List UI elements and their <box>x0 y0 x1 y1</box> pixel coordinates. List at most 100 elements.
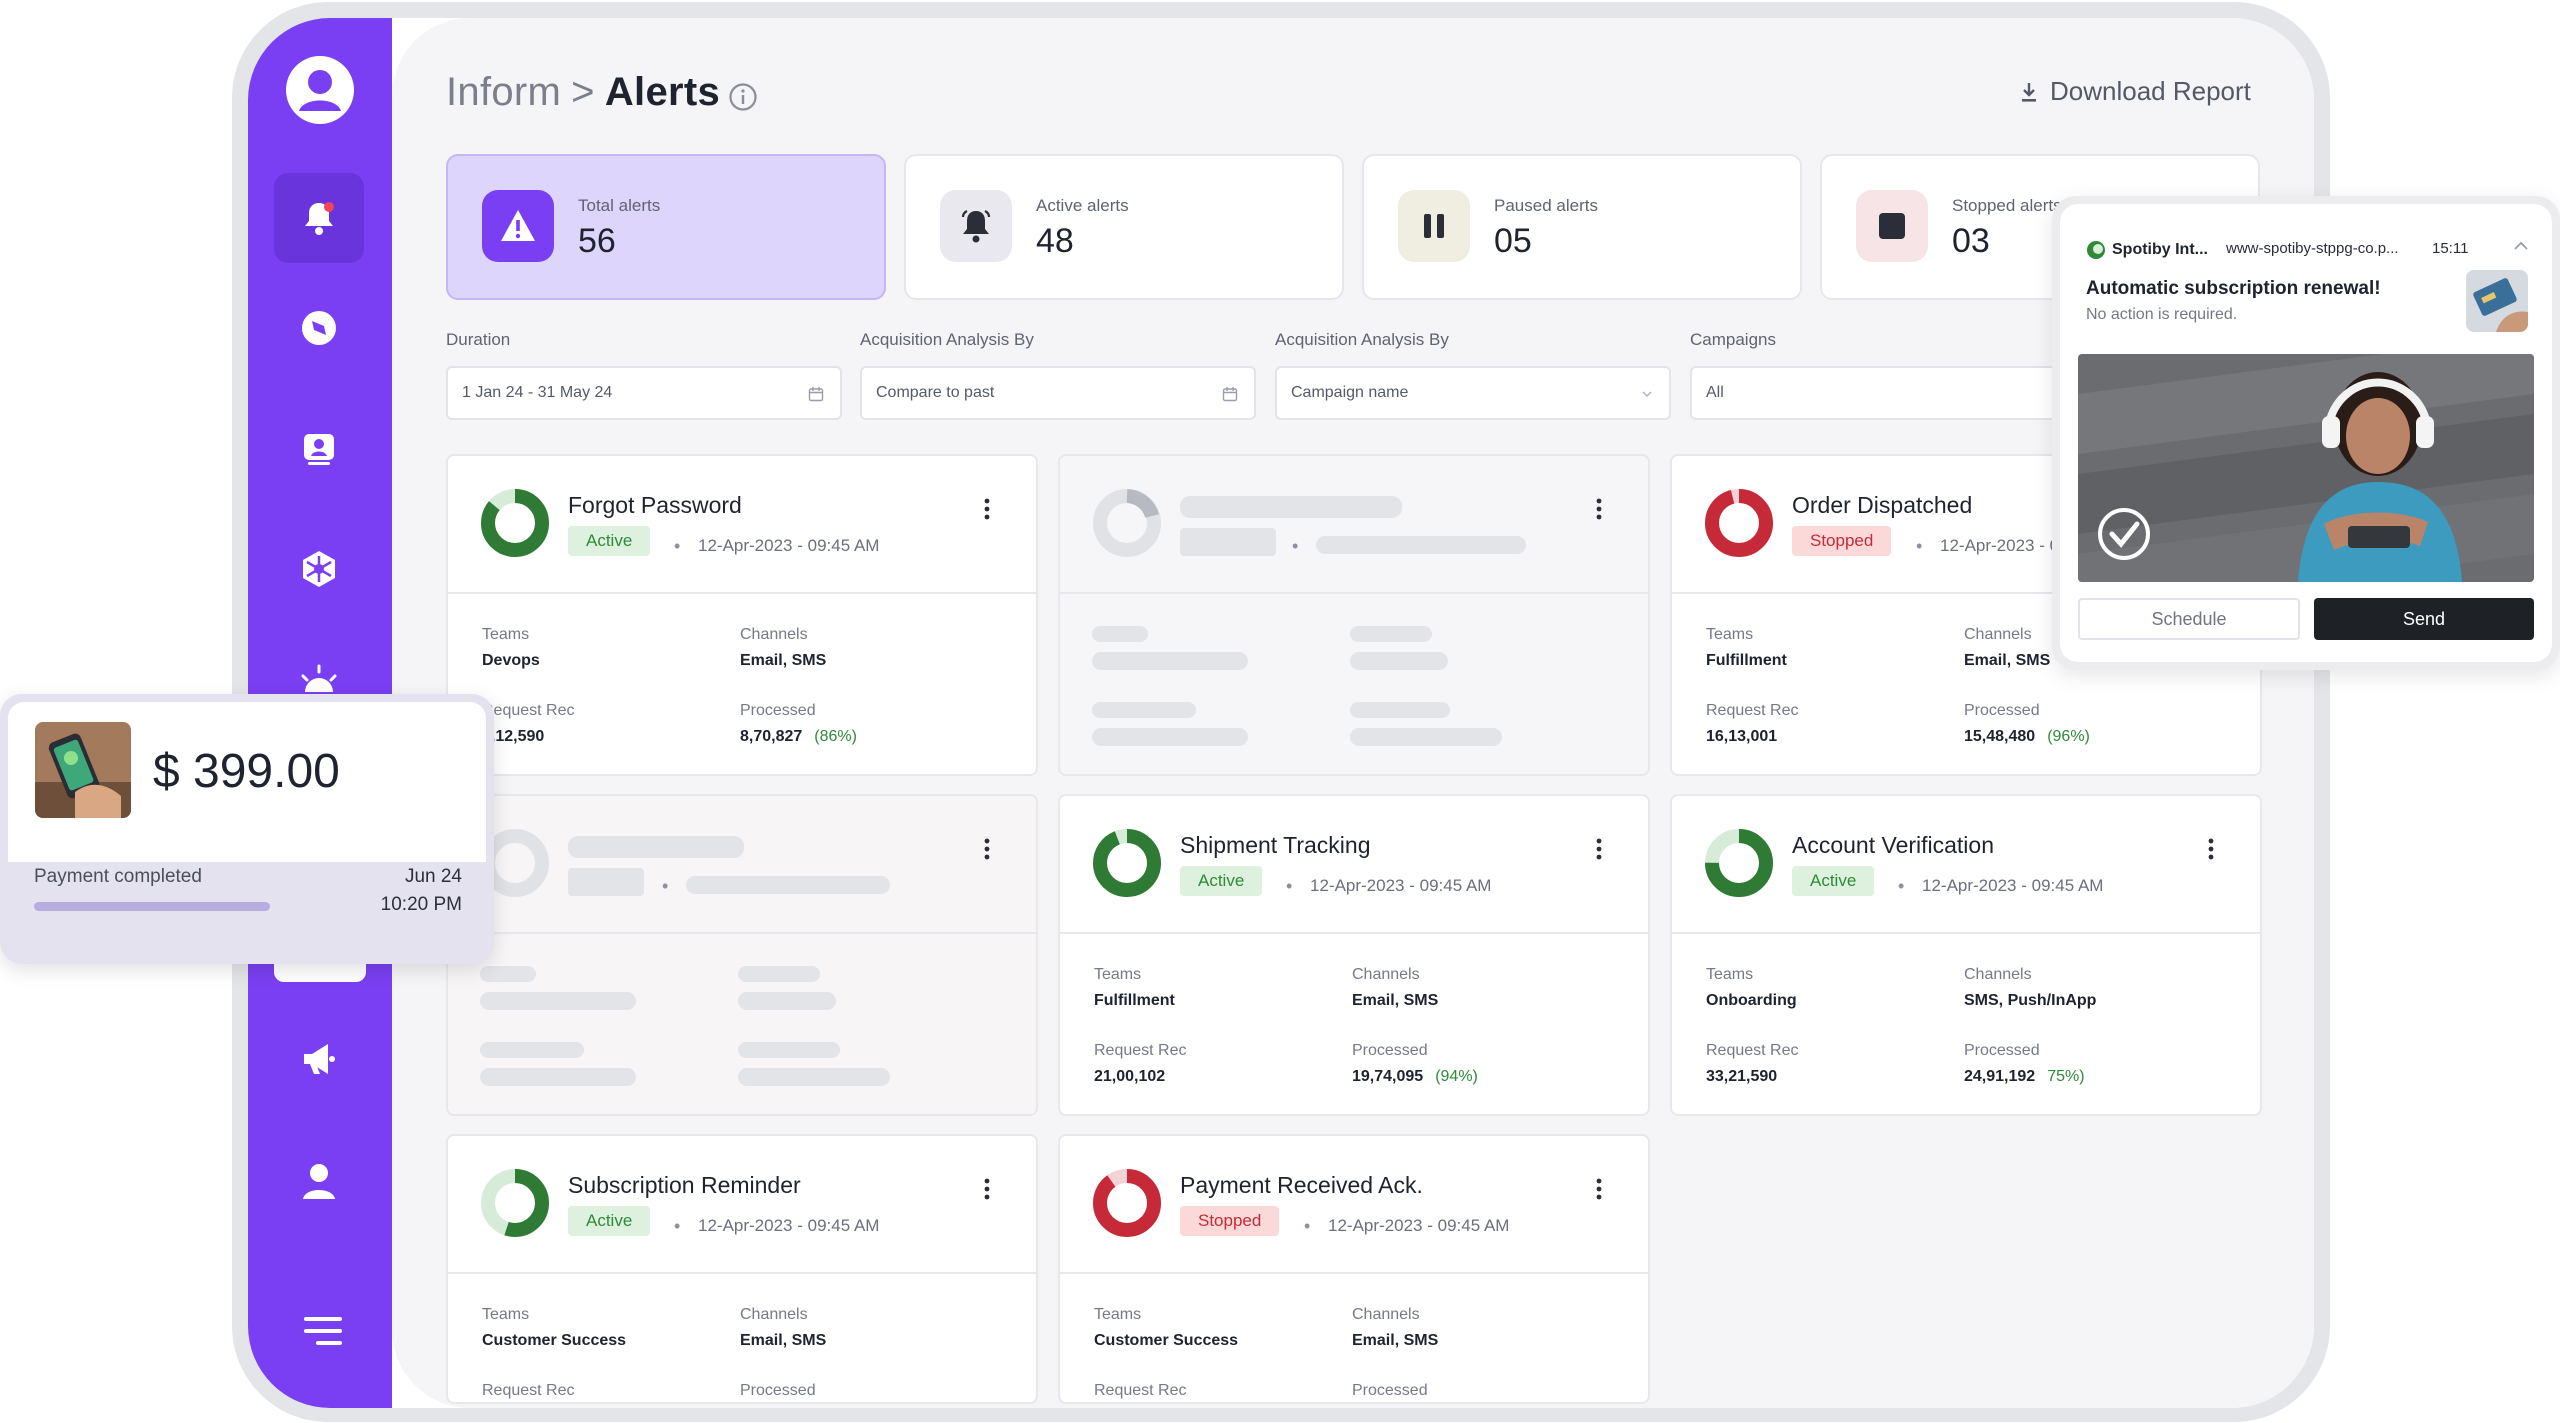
send-button[interactable]: Send <box>2314 598 2534 640</box>
alert-card-loading: • <box>446 794 1038 1116</box>
teams-value: Fulfillment <box>1094 992 1175 1009</box>
teams-label: Teams <box>1706 626 1754 643</box>
nav-user-icon[interactable] <box>274 1136 364 1226</box>
separator-dot: • <box>1898 876 1905 896</box>
pause-icon <box>1398 190 1470 262</box>
card-header: Forgot Password Active • 12-Apr-2023 - 0… <box>448 456 1036 594</box>
kebab-menu-icon[interactable] <box>984 498 990 520</box>
nav-sun-icon[interactable] <box>274 650 364 694</box>
profile-avatar-icon[interactable] <box>275 45 365 135</box>
filter-label-campaign-analysis: Acquisition Analysis By <box>1275 330 1449 349</box>
alert-card-forgot-password[interactable]: Forgot Password Active • 12-Apr-2023 - 0… <box>446 454 1038 776</box>
stat-value: 56 <box>578 222 616 260</box>
stat-label: Stopped alerts <box>1952 196 2062 215</box>
download-icon <box>2022 82 2036 102</box>
compare-to-past-picker[interactable]: Compare to past <box>860 366 1256 420</box>
bell-icon <box>940 190 1012 262</box>
request-rec-label: Request Rec <box>482 1382 575 1399</box>
campaign-name-select[interactable]: Campaign name <box>1275 366 1671 420</box>
channels-label: Channels <box>1352 1306 1420 1323</box>
donut-progress <box>1093 1169 1161 1237</box>
notification-app: Spotiby Int... <box>2086 240 2208 260</box>
info-icon[interactable] <box>728 82 758 112</box>
processed-percent: (96%) <box>2047 728 2090 745</box>
card-header: Subscription Reminder Active • 12-Apr-20… <box>448 1136 1036 1274</box>
credit-card-thumbnail <box>2466 270 2528 332</box>
stat-value: 48 <box>1036 222 1074 260</box>
breadcrumb-current: Alerts <box>604 70 721 114</box>
stat-card-paused[interactable]: Paused alerts 05 <box>1362 154 1802 300</box>
processed-label: Processed <box>740 702 816 719</box>
filter-label-duration: Duration <box>446 330 511 349</box>
card-title: Shipment Tracking <box>1180 832 1371 858</box>
kebab-menu-icon[interactable] <box>984 838 990 860</box>
separator-dot: • <box>674 1216 681 1236</box>
skeleton-line <box>480 992 636 1010</box>
nav-contacts-icon[interactable] <box>274 404 364 494</box>
channels-value: Email, SMS <box>740 1332 827 1349</box>
duration-date-picker[interactable]: 1 Jan 24 - 31 May 24 <box>446 366 842 420</box>
kebab-menu-icon[interactable] <box>984 1178 990 1200</box>
card-date: 12-Apr-2023 - 09:45 AM <box>1328 1216 1510 1235</box>
card-title: Order Dispatched <box>1792 492 1973 518</box>
processed-label: Processed <box>1964 702 2040 719</box>
nav-item-hidden[interactable] <box>274 962 366 982</box>
separator-dot: • <box>1304 1216 1311 1236</box>
notification-title: Automatic subscription renewal! <box>2086 278 2381 299</box>
status-badge: Stopped <box>1180 1206 1280 1236</box>
nav-alerts-bell-icon[interactable] <box>274 173 364 263</box>
separator-dot: • <box>662 876 669 896</box>
teams-label: Teams <box>1706 966 1754 983</box>
status-badge: Stopped <box>1792 526 1892 556</box>
status-badge: Active <box>1180 866 1263 896</box>
nav-megaphone-icon[interactable] <box>274 1014 364 1104</box>
skeleton-line <box>1092 702 1196 718</box>
donut-progress <box>1093 829 1161 897</box>
separator-dot: • <box>1916 536 1923 556</box>
kebab-menu-icon[interactable] <box>1596 838 1602 860</box>
stat-label: Paused alerts <box>1494 196 1598 215</box>
status-badge: Active <box>568 1206 651 1236</box>
skeleton-line <box>480 1068 636 1086</box>
teams-value: Devops <box>482 652 540 669</box>
alert-card-payment-received[interactable]: Payment Received Ack. Stopped • 12-Apr-2… <box>1058 1134 1650 1404</box>
kebab-menu-icon[interactable] <box>2208 838 2214 860</box>
notification-subtitle: No action is required. <box>2086 306 2238 323</box>
skeleton-line <box>738 992 836 1010</box>
notification-panel: Spotiby Int... www-spotiby-stppg-co.p...… <box>2060 204 2552 662</box>
alert-card-subscription-reminder[interactable]: Subscription Reminder Active • 12-Apr-20… <box>446 1134 1038 1404</box>
processed-value: 15,48,480 (96%) <box>1964 728 2090 746</box>
push-notification-preview[interactable]: Spotiby Int... www-spotiby-stppg-co.p...… <box>2052 196 2560 670</box>
card-date: 12-Apr-2023 - 09:45 AM <box>698 1216 880 1235</box>
skeleton-title <box>568 836 744 858</box>
card-title: Payment Received Ack. <box>1180 1172 1423 1198</box>
skeleton-date <box>686 876 890 894</box>
processed-number: 19,74,095 <box>1352 1068 1424 1085</box>
payment-toast[interactable]: $ 399.00 Payment completed Jun 24 10:20 … <box>0 694 494 964</box>
nav-network-icon[interactable] <box>274 524 364 614</box>
processed-percent: (86%) <box>814 728 857 745</box>
separator-dot: • <box>674 536 681 556</box>
chevron-up-icon[interactable] <box>2512 240 2530 252</box>
nav-menu-icon[interactable] <box>278 1286 368 1376</box>
processed-number: 8,70,827 <box>740 728 803 745</box>
request-rec-label: Request Rec <box>1094 1042 1187 1059</box>
alert-card-account-verification[interactable]: Account Verification Active • 12-Apr-202… <box>1670 794 2262 1116</box>
progress-donut <box>481 489 549 557</box>
alert-card-shipment-tracking[interactable]: Shipment Tracking Active • 12-Apr-2023 -… <box>1058 794 1650 1116</box>
notification-hero-image <box>2078 354 2534 582</box>
campaigns-select[interactable]: All <box>1690 366 2060 420</box>
schedule-button[interactable]: Schedule <box>2078 598 2300 640</box>
processed-number: 15,48,480 <box>1964 728 2036 745</box>
stat-card-active[interactable]: Active alerts 48 <box>904 154 1344 300</box>
breadcrumb-inform[interactable]: Inform <box>446 70 561 114</box>
kebab-menu-icon[interactable] <box>1596 1178 1602 1200</box>
nav-compass-icon[interactable] <box>274 283 364 373</box>
kebab-menu-icon[interactable] <box>1596 498 1602 520</box>
stat-card-total[interactable]: Total alerts 56 <box>446 154 886 300</box>
teams-value: Customer Success <box>1094 1332 1239 1349</box>
request-rec-value: 16,13,001 <box>1706 728 1778 745</box>
teams-label: Teams <box>1094 1306 1142 1323</box>
download-report-button[interactable]: Download Report <box>2020 76 2251 107</box>
processed-label: Processed <box>1964 1042 2040 1059</box>
